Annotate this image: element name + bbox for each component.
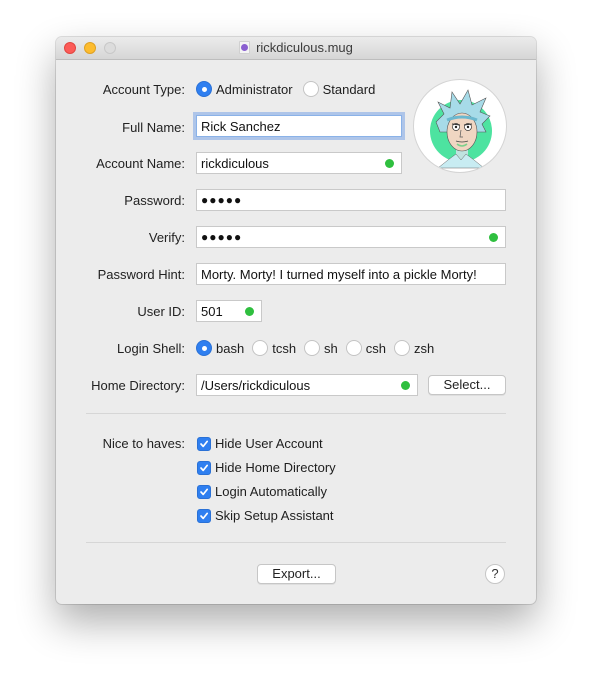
checkbox-label: Login Automatically [215, 484, 328, 499]
window-title-text: rickdiculous.mug [256, 40, 353, 55]
home-directory-label: Home Directory: [91, 378, 185, 393]
valid-status-icon [385, 159, 394, 168]
full-name-input[interactable]: Rick Sanchez [196, 115, 402, 137]
checkbox-checked-icon[interactable] [197, 484, 211, 499]
radio-standard[interactable]: Standard [302, 81, 376, 97]
radio-label: sh [324, 340, 338, 356]
verify-label: Verify: [148, 230, 185, 245]
radio-unselected-indicator[interactable] [345, 340, 362, 356]
account-name-value: rickdiculous [201, 156, 269, 171]
user-id-label: User ID: [137, 304, 185, 319]
account-name-input[interactable]: rickdiculous [196, 152, 402, 174]
nice-to-haves-label: Nice to haves: [102, 436, 185, 451]
checkbox-checked-icon[interactable] [197, 460, 211, 475]
radio-label: Administrator [216, 81, 293, 97]
radio-unselected-indicator[interactable] [304, 340, 321, 356]
checkbox-skip-setup-assistant[interactable]: Skip Setup Assistant [197, 508, 334, 523]
radio-administrator[interactable]: Administrator [196, 81, 293, 97]
checkbox-label: Hide User Account [215, 436, 323, 451]
login-shell-label: Login Shell: [117, 341, 185, 356]
window-title: rickdiculous.mug [56, 40, 536, 55]
checkbox-hide-user-account[interactable]: Hide User Account [197, 436, 323, 451]
rick-avatar-icon [430, 89, 492, 169]
checkbox-checked-icon[interactable] [197, 508, 211, 523]
verify-password-input[interactable]: ●●●●● [196, 226, 506, 248]
checkbox-checked-icon[interactable] [197, 436, 211, 451]
password-label: Password: [124, 193, 185, 208]
footer-divider [86, 542, 506, 543]
radio-selected-indicator[interactable] [196, 340, 212, 356]
radio-zsh[interactable]: zsh [394, 340, 434, 356]
home-directory-input[interactable]: /Users/rickdiculous [196, 374, 418, 396]
checkbox-label: Hide Home Directory [215, 460, 336, 475]
radio-tcsh[interactable]: tcsh [252, 340, 296, 356]
radio-label: bash [216, 340, 245, 356]
user-id-input[interactable]: 501 [196, 300, 262, 322]
valid-status-icon [401, 381, 410, 390]
radio-bash[interactable]: bash [196, 340, 244, 356]
password-hint-label: Password Hint: [97, 267, 185, 282]
checkbox-login-automatically[interactable]: Login Automatically [197, 484, 327, 499]
section-divider [86, 413, 506, 414]
checkbox-hide-home-directory[interactable]: Hide Home Directory [197, 460, 336, 475]
radio-unselected-indicator[interactable] [302, 81, 319, 97]
radio-label: Standard [322, 81, 376, 97]
radio-label: tcsh [272, 340, 297, 356]
password-input[interactable]: ●●●●● [196, 189, 506, 211]
user-avatar[interactable] [413, 79, 507, 173]
radio-csh[interactable]: csh [345, 340, 387, 356]
radio-sh[interactable]: sh [304, 340, 338, 356]
radio-unselected-indicator[interactable] [252, 340, 269, 356]
verify-value: ●●●●● [201, 230, 243, 244]
app-window: rickdiculous.mug Account Type: Administr… [56, 37, 536, 604]
user-id-value: 501 [201, 304, 223, 319]
account-type-radio-group: Administrator Standard [196, 81, 383, 97]
password-hint-input[interactable]: Morty. Morty! I turned myself into a pic… [196, 263, 506, 285]
select-home-directory-button[interactable]: Select... [428, 375, 506, 395]
account-name-label: Account Name: [96, 156, 185, 171]
title-bar[interactable]: rickdiculous.mug [56, 37, 536, 60]
export-button[interactable]: Export... [257, 564, 336, 584]
radio-label: zsh [414, 340, 435, 356]
login-shell-radio-group: bash tcsh sh csh zsh [196, 340, 442, 356]
home-directory-value: /Users/rickdiculous [201, 378, 311, 393]
valid-status-icon [489, 233, 498, 242]
mug-document-icon [239, 41, 251, 54]
help-button[interactable]: ? [485, 564, 505, 584]
checkbox-label: Skip Setup Assistant [215, 508, 334, 523]
radio-selected-indicator[interactable] [196, 81, 212, 97]
valid-status-icon [245, 307, 254, 316]
radio-label: csh [365, 340, 387, 356]
full-name-label: Full Name: [122, 120, 185, 135]
radio-unselected-indicator[interactable] [394, 340, 411, 356]
account-type-label: Account Type: [102, 82, 185, 97]
